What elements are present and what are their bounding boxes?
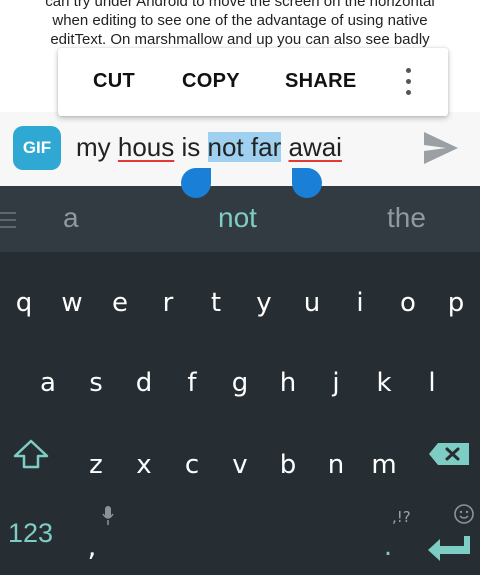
symbols-key[interactable]: 123 [8,518,53,549]
key-n[interactable]: n [316,450,356,480]
key-g[interactable]: g [220,368,260,398]
keyboard: q w e r t y u i o p a s d f g h j k l z … [0,252,480,575]
text-word: is [174,132,208,162]
key-c[interactable]: c [172,450,212,480]
suggestion-left[interactable]: a [63,202,79,234]
key-d[interactable]: d [124,368,164,398]
key-z[interactable]: z [76,450,116,480]
suggestion-right[interactable]: the [387,202,426,234]
suggestion-center[interactable]: not [218,202,257,234]
comma-key[interactable]: , [72,530,112,563]
menu-icon[interactable] [0,212,16,233]
key-h[interactable]: h [268,368,308,398]
compose-bar: GIF my hous is not far awai [0,112,480,186]
emoji-icon[interactable] [453,503,475,525]
key-k[interactable]: k [364,368,404,398]
selection-end-handle[interactable] [292,168,322,198]
key-s[interactable]: s [76,368,116,398]
key-u[interactable]: u [292,288,332,318]
selected-text: not far [207,132,282,162]
page-body-text: can try under Android to move the screen… [0,0,480,54]
shift-icon[interactable] [12,438,50,470]
copy-button[interactable]: COPY [182,70,240,93]
selection-start-handle[interactable] [181,168,211,198]
key-b[interactable]: b [268,450,308,480]
punctuation-hint: ,!? [392,508,411,526]
key-r[interactable]: r [148,288,188,318]
key-i[interactable]: i [340,288,380,318]
text-word: my [76,132,118,162]
cut-button[interactable]: CUT [93,70,135,93]
more-vert-icon[interactable] [403,68,413,96]
gif-button[interactable]: GIF [13,126,61,170]
message-input[interactable]: my hous is not far awai [76,132,342,163]
period-key[interactable]: . [368,532,408,562]
key-p[interactable]: p [436,288,476,318]
share-button[interactable]: SHARE [285,70,357,93]
suggestion-strip: a not the [0,186,480,252]
key-q[interactable]: q [4,288,44,318]
key-f[interactable]: f [172,368,212,398]
key-l[interactable]: l [412,368,452,398]
body-line: can try under Android to move the screen… [45,0,435,10]
key-m[interactable]: m [364,450,404,480]
mic-icon[interactable] [102,506,114,526]
key-a[interactable]: a [28,368,68,398]
key-w[interactable]: w [52,288,92,318]
key-e[interactable]: e [100,288,140,318]
key-v[interactable]: v [220,450,260,480]
body-line: when editing to see one of the advantage… [52,12,428,29]
key-o[interactable]: o [388,288,428,318]
text-selection-menu: CUT COPY SHARE [58,48,448,116]
key-x[interactable]: x [124,450,164,480]
key-j[interactable]: j [316,368,356,398]
body-line: editText. On marshmallow and up you can … [50,31,430,48]
backspace-icon[interactable] [428,442,470,466]
misspelled-word: awai [288,132,342,162]
key-t[interactable]: t [196,288,236,318]
send-icon[interactable] [422,130,460,166]
key-y[interactable]: y [244,288,284,318]
enter-icon[interactable] [426,534,472,562]
misspelled-word: hous [117,132,175,162]
